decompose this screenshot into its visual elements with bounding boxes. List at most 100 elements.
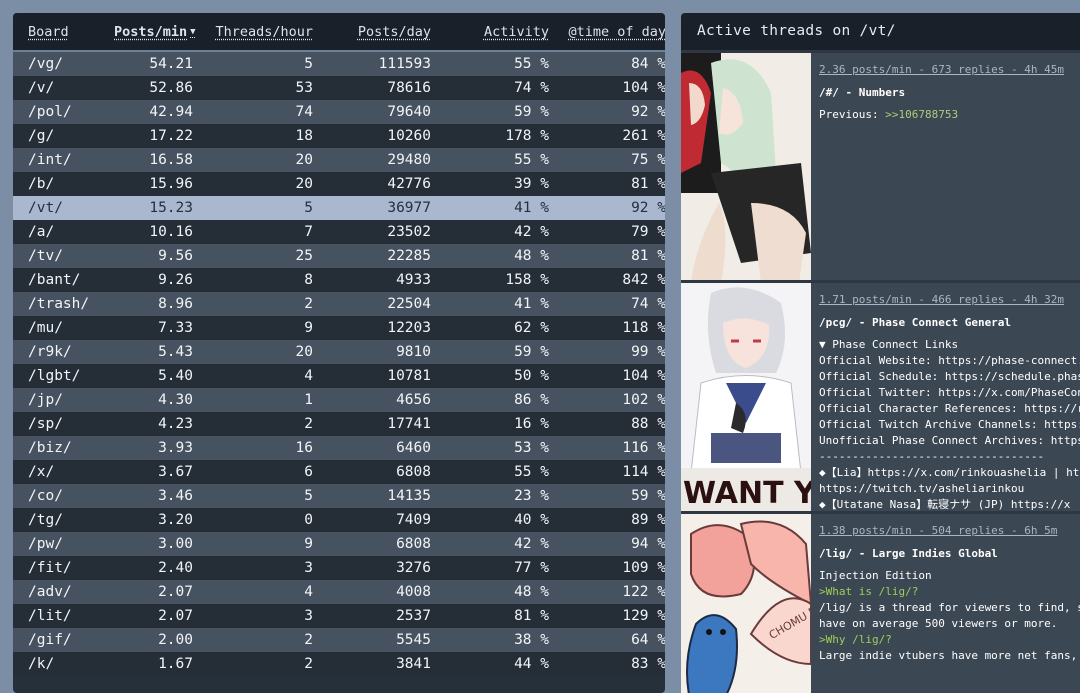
board-row[interactable]: /b/15.96 20 42776 39 % 81 % — [13, 172, 665, 196]
posts-per-min: 42.94 — [114, 100, 193, 124]
board-row[interactable]: /vg/54.21 5 111593 55 % 84 % — [13, 51, 665, 76]
thread-item-lig[interactable]: CHOMU PE 1.38 posts/min - 504 replies - … — [681, 511, 1080, 693]
board-name-link[interactable]: /vg/ — [13, 51, 114, 76]
board-row[interactable]: /tv/9.56 25 22285 48 % 81 % — [13, 244, 665, 268]
thread-stats-link[interactable]: 2.36 posts/min - 673 replies - 4h 45m — [819, 63, 1080, 76]
activity-percent: 81 % — [431, 604, 549, 628]
board-row[interactable]: /fit/2.40 3 3276 77 % 109 % — [13, 556, 665, 580]
threads-per-hour: 3 — [193, 604, 313, 628]
board-row[interactable]: /vt/15.23 5 36977 41 % 92 % — [13, 196, 665, 220]
posts-per-day: 7409 — [313, 508, 431, 532]
board-name-link[interactable]: /tg/ — [13, 508, 114, 532]
board-row[interactable]: /k/1.67 2 3841 44 % 83 % — [13, 652, 665, 676]
board-stats-panel: Board Posts/min ▼ Threads/hour Posts/day … — [13, 13, 665, 693]
board-row[interactable]: /jp/4.30 1 4656 86 % 102 % — [13, 388, 665, 412]
board-name-link[interactable]: /v/ — [13, 76, 114, 100]
board-name-link[interactable]: /trash/ — [13, 292, 114, 316]
board-row[interactable]: /g/17.22 18 10260 178 % 261 % — [13, 124, 665, 148]
board-row[interactable]: /mu/7.33 9 12203 62 % 118 % — [13, 316, 665, 340]
column-header-posts-per-day[interactable]: Posts/day — [313, 13, 431, 52]
board-name-link[interactable]: /co/ — [13, 484, 114, 508]
column-header-board[interactable]: Board — [13, 13, 114, 52]
board-row[interactable]: /pol/42.94 74 79640 59 % 92 % — [13, 100, 665, 124]
activity-percent: 41 % — [431, 292, 549, 316]
column-header-threads-per-hour[interactable]: Threads/hour — [193, 13, 313, 52]
board-row[interactable]: /pw/3.00 9 6808 42 % 94 % — [13, 532, 665, 556]
posts-per-min: 3.46 — [114, 484, 193, 508]
thread-text-line: ▼ Phase Connect Links — [819, 337, 1080, 353]
board-row[interactable]: /gif/2.00 2 5545 38 % 64 % — [13, 628, 665, 652]
thread-stats-link[interactable]: 1.71 posts/min - 466 replies - 4h 32m — [819, 293, 1080, 306]
board-row[interactable]: /x/3.67 6 6808 55 % 114 % — [13, 460, 665, 484]
previous-thread-link[interactable]: >>106788753 — [885, 108, 958, 121]
threads-per-hour: 2 — [193, 292, 313, 316]
board-row[interactable]: /v/52.86 53 78616 74 % 104 % — [13, 76, 665, 100]
board-name-link[interactable]: /vt/ — [13, 196, 114, 220]
thread-item-pcg[interactable]: WANT YO 1.71 posts/min - 466 replies - 4… — [681, 280, 1080, 514]
board-name-link[interactable]: /g/ — [13, 124, 114, 148]
board-name-link[interactable]: /b/ — [13, 172, 114, 196]
thread-thumbnail[interactable] — [681, 53, 811, 283]
board-name-link[interactable]: /adv/ — [13, 580, 114, 604]
board-row[interactable]: /tg/3.20 0 7409 40 % 89 % — [13, 508, 665, 532]
board-name-link[interactable]: /a/ — [13, 220, 114, 244]
board-name-link[interactable]: /lit/ — [13, 604, 114, 628]
board-name-link[interactable]: /x/ — [13, 460, 114, 484]
column-header-activity[interactable]: Activity — [431, 13, 549, 52]
board-name-link[interactable]: /mu/ — [13, 316, 114, 340]
board-name-link[interactable]: /biz/ — [13, 436, 114, 460]
thread-title: /pcg/ - Phase Connect General — [819, 316, 1012, 329]
board-row[interactable]: /lgbt/5.40 4 10781 50 % 104 % — [13, 364, 665, 388]
board-row[interactable]: /r9k/5.43 20 9810 59 % 99 % — [13, 340, 665, 364]
active-threads-panel: Active threads on /vt/ 2.36 posts/min - … — [681, 13, 1080, 693]
column-header-posts-per-min[interactable]: Posts/min ▼ — [114, 13, 196, 52]
posts-per-min: 1.67 — [114, 652, 193, 676]
board-row[interactable]: /int/16.58 20 29480 55 % 75 % — [13, 148, 665, 172]
time-of-day-percent: 92 % — [549, 196, 665, 220]
time-of-day-percent: 118 % — [549, 316, 665, 340]
time-of-day-percent: 842 % — [549, 268, 665, 292]
activity-percent: 77 % — [431, 556, 549, 580]
time-of-day-percent: 104 % — [549, 76, 665, 100]
board-row[interactable]: /trash/8.96 2 22504 41 % 74 % — [13, 292, 665, 316]
posts-per-day: 3841 — [313, 652, 431, 676]
board-row[interactable]: /co/3.46 5 14135 23 % 59 % — [13, 484, 665, 508]
posts-per-min: 2.07 — [114, 604, 193, 628]
board-row[interactable]: /a/10.16 7 23502 42 % 79 % — [13, 220, 665, 244]
board-name-link[interactable]: /r9k/ — [13, 340, 114, 364]
board-name-link[interactable]: /pw/ — [13, 532, 114, 556]
thread-excerpt: ▼ Phase Connect Links Official Website: h… — [819, 337, 1080, 513]
board-row[interactable]: /bant/9.26 8 4933 158 % 842 % — [13, 268, 665, 292]
activity-percent: 48 % — [431, 244, 549, 268]
board-name-link[interactable]: /fit/ — [13, 556, 114, 580]
posts-per-day: 6808 — [313, 460, 431, 484]
board-name-link[interactable]: /jp/ — [13, 388, 114, 412]
thread-item-numbers[interactable]: 2.36 posts/min - 673 replies - 4h 45m /#… — [681, 50, 1080, 283]
board-row[interactable]: /sp/4.23 2 17741 16 % 88 % — [13, 412, 665, 436]
board-row[interactable]: /biz/3.93 16 6460 53 % 116 % — [13, 436, 665, 460]
board-row[interactable]: /lit/2.07 3 2537 81 % 129 % — [13, 604, 665, 628]
thread-body: 1.38 posts/min - 504 replies - 6h 5m /li… — [819, 514, 1080, 664]
board-row[interactable]: /adv/2.07 4 4008 48 % 122 % — [13, 580, 665, 604]
board-stats-table: Board Posts/min ▼ Threads/hour Posts/day … — [13, 13, 665, 676]
thread-thumbnail[interactable]: CHOMU PE — [681, 514, 811, 693]
board-name-link[interactable]: /gif/ — [13, 628, 114, 652]
thread-body: 2.36 posts/min - 673 replies - 4h 45m /#… — [819, 53, 1080, 123]
board-name-link[interactable]: /k/ — [13, 652, 114, 676]
threads-per-hour: 3 — [193, 556, 313, 580]
board-name-link[interactable]: /lgbt/ — [13, 364, 114, 388]
column-header-time-of-day[interactable]: @time of day — [549, 13, 665, 52]
thread-stats-link[interactable]: 1.38 posts/min - 504 replies - 6h 5m — [819, 524, 1080, 537]
thread-thumbnail[interactable]: WANT YO — [681, 283, 811, 514]
threads-per-hour: 25 — [193, 244, 313, 268]
board-name-link[interactable]: /tv/ — [13, 244, 114, 268]
threads-per-hour: 0 — [193, 508, 313, 532]
board-name-link[interactable]: /bant/ — [13, 268, 114, 292]
activity-percent: 41 % — [431, 196, 549, 220]
board-name-link[interactable]: /sp/ — [13, 412, 114, 436]
posts-per-day: 10781 — [313, 364, 431, 388]
board-name-link[interactable]: /int/ — [13, 148, 114, 172]
posts-per-min: 9.56 — [114, 244, 193, 268]
posts-per-day: 79640 — [313, 100, 431, 124]
board-name-link[interactable]: /pol/ — [13, 100, 114, 124]
